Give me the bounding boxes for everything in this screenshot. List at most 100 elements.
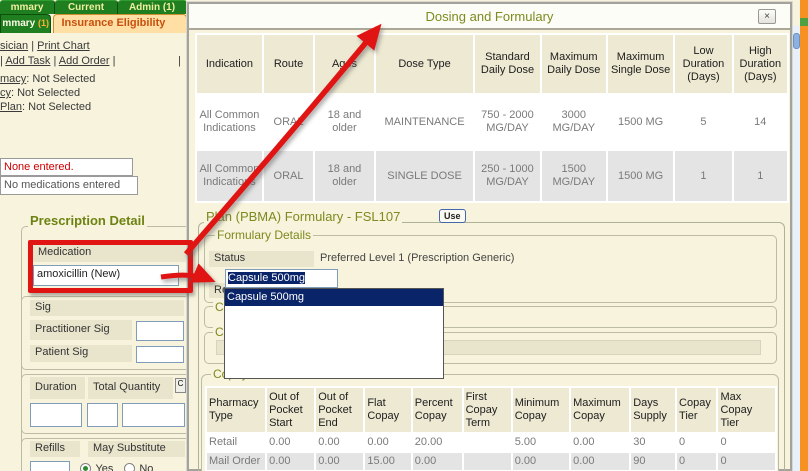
column-header: Minimum Copay xyxy=(513,388,569,432)
annotation-rectangle xyxy=(28,240,193,293)
refills-input[interactable] xyxy=(30,461,70,471)
sig-label: Sig xyxy=(30,300,184,316)
dropdown-item[interactable]: Capsule 500mg xyxy=(225,289,443,306)
column-header: Maximum Copay xyxy=(571,388,629,432)
column-header: Percent Copay xyxy=(413,388,462,432)
table-cell: 0.00 xyxy=(267,453,314,470)
no-medications-message: No medications entered xyxy=(0,176,138,195)
tab-summary[interactable]: mmary xyxy=(0,0,55,14)
close-icon[interactable]: × xyxy=(758,9,776,24)
plan-link[interactable]: Plan xyxy=(0,101,22,113)
table-row: All Common IndicationsORAL18 and olderSI… xyxy=(197,151,787,201)
tab-summary-1[interactable]: mmary (1) xyxy=(0,14,51,33)
table-cell: 750 - 2000 MG/DAY xyxy=(475,95,539,149)
column-header: Maximum Single Dose xyxy=(608,35,673,93)
column-header: Standard Daily Dose xyxy=(475,35,539,93)
table-cell: 0.00 xyxy=(267,434,314,451)
table-row: Retail0.000.000.0020.005.000.003000 xyxy=(207,434,775,451)
dosing-formulary-dialog: Dosing and Formulary × IndicationRouteAg… xyxy=(187,2,792,471)
table-cell: 1 xyxy=(675,151,731,201)
column-header: Low Duration (Days) xyxy=(675,35,731,93)
table-cell: 0.00 xyxy=(571,453,629,470)
table-cell: 90 xyxy=(631,453,675,470)
column-header: Indication xyxy=(197,35,262,93)
dosing-table: IndicationRouteAgesDose TypeStandard Dai… xyxy=(195,33,789,203)
dose-form-combobox[interactable]: Capsule 500mg xyxy=(225,269,338,288)
table-cell: 5 xyxy=(675,95,731,149)
tab-bar-top: mmary Current Admin (1) xyxy=(0,0,187,14)
table-cell xyxy=(464,453,511,470)
agency-link[interactable]: cy xyxy=(0,87,11,99)
physician-link[interactable]: sician xyxy=(0,40,28,52)
column-header: Pharmacy Type xyxy=(207,388,265,432)
table-cell: 18 and older xyxy=(315,95,374,149)
pharmacy-link[interactable]: macy xyxy=(0,73,26,85)
formulary-details-legend: Formulary Details xyxy=(215,228,313,242)
quantity-unit-input[interactable] xyxy=(122,403,185,427)
add-order-link[interactable]: Add Order xyxy=(59,55,110,67)
column-header: Max Copay Tier xyxy=(718,388,775,432)
column-header: First Copay Term xyxy=(464,388,511,432)
table-cell: 1500 MG/DAY xyxy=(542,151,606,201)
table-cell: 5.00 xyxy=(513,434,569,451)
table-cell: 30 xyxy=(631,434,675,451)
duration-label: Duration xyxy=(30,377,85,399)
table-cell: ORAL xyxy=(264,151,313,201)
total-quantity-label: Total Quantity xyxy=(88,377,173,399)
table-cell: MAINTENANCE xyxy=(376,95,474,149)
use-button[interactable]: Use xyxy=(439,209,466,223)
dose-form-selected-text: Capsule 500mg xyxy=(228,272,305,284)
total-quantity-input[interactable] xyxy=(87,403,118,427)
tab-summary-1-label: mmary xyxy=(2,18,35,29)
table-cell: 250 - 1000 MG/DAY xyxy=(475,151,539,201)
substitute-no-radio[interactable] xyxy=(124,463,135,471)
dosing-table-header-row: IndicationRouteAgesDose TypeStandard Dai… xyxy=(197,35,787,93)
table-cell: 20.00 xyxy=(413,434,462,451)
may-substitute-options: Yes No xyxy=(80,459,153,471)
table-cell: 0.00 xyxy=(513,453,569,470)
table-cell: 0.00 xyxy=(413,453,462,470)
dialog-header: Dosing and Formulary × xyxy=(189,4,790,30)
table-cell: 0.00 xyxy=(365,434,410,451)
status-label: Status xyxy=(209,251,314,267)
substitute-yes-radio[interactable] xyxy=(80,463,91,471)
none-entered-message: None entered. xyxy=(0,158,133,176)
table-cell: 0.00 xyxy=(316,434,363,451)
practitioner-sig-input[interactable] xyxy=(136,321,184,341)
scrollbar-thumb[interactable] xyxy=(793,33,800,49)
table-cell: 0 xyxy=(677,453,716,470)
duration-input[interactable] xyxy=(30,403,82,427)
table-cell: SINGLE DOSE xyxy=(376,151,474,201)
add-task-link[interactable]: Add Task xyxy=(5,55,50,67)
table-cell: All Common Indications xyxy=(197,95,262,149)
substitute-no-label: No xyxy=(139,463,153,471)
table-cell: 0 xyxy=(718,434,775,451)
total-quantity-calc-button[interactable]: C xyxy=(175,378,186,393)
orange-edge-strip xyxy=(800,0,808,471)
substitute-yes-label: Yes xyxy=(95,463,113,471)
table-row: All Common IndicationsORAL18 and olderMA… xyxy=(197,95,787,149)
table-cell: 0 xyxy=(677,434,716,451)
patient-sig-label: Patient Sig xyxy=(30,345,132,362)
prescription-detail-title: Prescription Detail xyxy=(28,213,147,228)
table-cell: 14 xyxy=(734,95,787,149)
column-header: Dose Type xyxy=(376,35,474,93)
tab-admin[interactable]: Admin (1) xyxy=(118,0,187,14)
pharmacy-status: : Not Selected xyxy=(26,73,95,85)
dose-form-dropdown-list: Capsule 500mg xyxy=(224,288,444,379)
table-cell: 18 and older xyxy=(315,151,374,201)
scrollbar-track[interactable] xyxy=(793,26,800,471)
tab-insurance-eligibility[interactable]: Insurance Eligibility xyxy=(53,14,187,33)
table-cell: Retail xyxy=(207,434,265,451)
print-chart-link[interactable]: Print Chart xyxy=(37,40,90,52)
tab-current[interactable]: Current xyxy=(55,0,118,14)
pharmacy-selection: macy: Not Selected xyxy=(0,73,95,85)
dialog-title: Dosing and Formulary xyxy=(189,4,790,30)
column-header: Out of Pocket End xyxy=(316,388,363,432)
column-header: Ages xyxy=(315,35,374,93)
patient-sig-input[interactable] xyxy=(136,346,184,363)
plan-status: : Not Selected xyxy=(22,101,91,113)
table-cell: 1 xyxy=(734,151,787,201)
column-header: Maximum Daily Dose xyxy=(542,35,606,93)
table-cell: Mail Order xyxy=(207,453,265,470)
